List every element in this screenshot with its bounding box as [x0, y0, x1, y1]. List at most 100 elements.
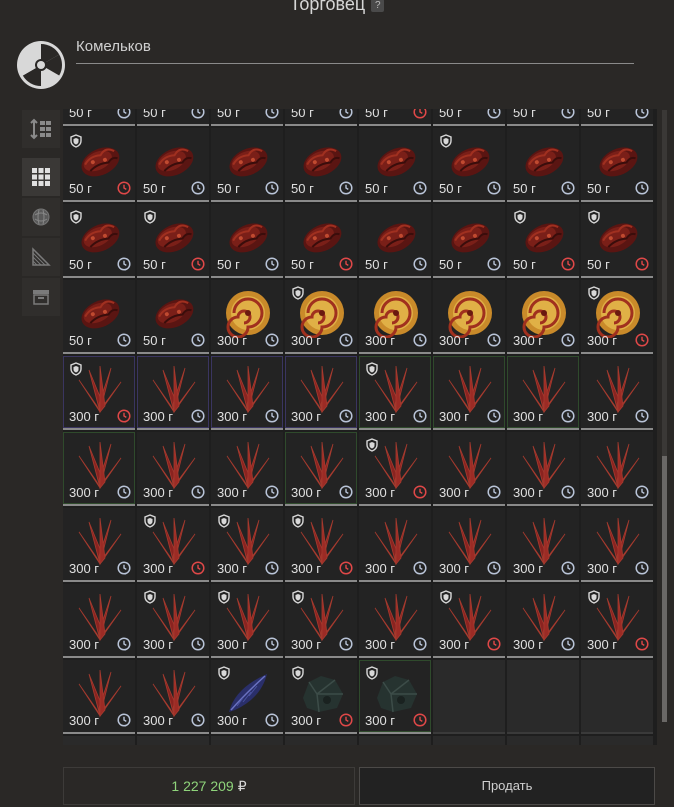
inventory-item[interactable]: 50 г: [211, 128, 283, 202]
inventory-item[interactable]: 300 г: [433, 432, 505, 506]
inventory-item[interactable]: 50 г: [63, 204, 135, 278]
inventory-item[interactable]: 300 г: [581, 508, 653, 582]
item-price: 50 г: [69, 109, 92, 120]
inventory-item[interactable]: 50 г: [433, 128, 505, 202]
inventory-item[interactable]: 300 г: [359, 280, 431, 354]
inventory-item[interactable]: 300 г: [581, 584, 653, 658]
inventory-item[interactable]: 300 г: [581, 356, 653, 430]
inventory-item[interactable]: 300 г: [63, 508, 135, 582]
inventory-item[interactable]: 300 г: [211, 280, 283, 354]
inventory-item[interactable]: 300 г: [507, 584, 579, 658]
inventory-item[interactable]: 50 г: [581, 204, 653, 278]
inventory-item[interactable]: 50 г: [63, 109, 135, 126]
inventory-item[interactable]: 300 г: [581, 432, 653, 506]
clock-expiring-icon: [117, 181, 131, 195]
inventory-item[interactable]: 300 г: [433, 356, 505, 430]
grid-view-button[interactable]: [22, 158, 60, 196]
inventory-item[interactable]: 300 г: [359, 356, 431, 430]
inventory-item[interactable]: 300 г: [359, 660, 431, 734]
inventory-item[interactable]: 300 г: [211, 584, 283, 658]
clock-icon: [191, 637, 205, 651]
inventory-item[interactable]: 300 г: [137, 508, 209, 582]
crystal-item-icon: [591, 364, 645, 414]
sell-button[interactable]: Продать: [359, 767, 655, 805]
inventory-item[interactable]: 50 г: [433, 109, 505, 126]
box-filter-button[interactable]: [22, 278, 60, 316]
inventory-item[interactable]: 300 г: [211, 356, 283, 430]
inventory-item[interactable]: 50 г: [137, 109, 209, 126]
inventory-item[interactable]: 300 г: [211, 432, 283, 506]
inventory-item[interactable]: 300 г: [285, 356, 357, 430]
clock-expiring-icon: [487, 637, 501, 651]
empty-slot: [507, 660, 579, 734]
inventory-item[interactable]: 50 г: [137, 204, 209, 278]
inventory-item[interactable]: 50 г: [137, 128, 209, 202]
inventory-item[interactable]: 50 г: [211, 109, 283, 126]
inventory-item[interactable]: 50 г: [285, 109, 357, 126]
inventory-item[interactable]: 300 г: [137, 356, 209, 430]
inventory-item[interactable]: 300 г: [63, 584, 135, 658]
inventory-item[interactable]: 50 г: [63, 128, 135, 202]
inventory-item[interactable]: 300 г: [433, 584, 505, 658]
inventory-item[interactable]: 300 г: [581, 280, 653, 354]
item-price: 300 г: [365, 485, 396, 500]
inventory-item[interactable]: 50 г: [581, 109, 653, 126]
inventory-item[interactable]: 50 г: [137, 280, 209, 354]
inventory-item[interactable]: 300 г: [507, 280, 579, 354]
inventory-item[interactable]: 300 г: [359, 584, 431, 658]
item-price: 50 г: [291, 257, 314, 272]
inventory-item[interactable]: 300 г: [285, 432, 357, 506]
inventory-item[interactable]: 300 г: [63, 432, 135, 506]
inventory-item[interactable]: 300 г: [137, 584, 209, 658]
title-text: Торговец: [289, 0, 366, 14]
inventory-item[interactable]: 300 г: [285, 584, 357, 658]
inventory-item[interactable]: 300 г: [211, 660, 283, 734]
item-price: 300 г: [217, 409, 248, 424]
inventory-item[interactable]: 300 г: [285, 508, 357, 582]
inventory-item[interactable]: 300 г: [285, 280, 357, 354]
scrollbar-thumb[interactable]: [662, 456, 667, 722]
inventory-item[interactable]: 50 г: [359, 109, 431, 126]
inventory-item[interactable]: 300 г: [211, 508, 283, 582]
inventory-item[interactable]: 300 г: [63, 356, 135, 430]
inventory-item[interactable]: 50 г: [285, 128, 357, 202]
inventory-item[interactable]: 50 г: [581, 128, 653, 202]
inventory-item[interactable]: 300 г: [359, 508, 431, 582]
inventory-item[interactable]: 50 г: [285, 204, 357, 278]
inventory-item[interactable]: 300 г: [285, 660, 357, 734]
orb-filter-button[interactable]: [22, 198, 60, 236]
inventory-item[interactable]: 50 г: [507, 128, 579, 202]
inventory-panel: 50 г 50 г 50 г 50 г 50 г 50 г 50 г 50 г 50 г 50 г…: [63, 109, 657, 745]
clock-icon: [117, 257, 131, 271]
pattern-filter-button[interactable]: [22, 238, 60, 276]
clock-icon: [487, 257, 501, 271]
radiation-icon: [17, 41, 65, 89]
inventory-item[interactable]: 50 г: [359, 204, 431, 278]
inventory-item[interactable]: 300 г: [433, 508, 505, 582]
inventory-item[interactable]: 300 г: [137, 660, 209, 734]
inventory-scrollbar[interactable]: [662, 110, 667, 722]
inventory-item[interactable]: 300 г: [359, 432, 431, 506]
inventory-item[interactable]: 50 г: [507, 109, 579, 126]
help-icon[interactable]: ?: [371, 0, 385, 12]
clock-icon: [487, 333, 501, 347]
inventory-item[interactable]: 300 г: [63, 660, 135, 734]
sort-button[interactable]: [22, 110, 60, 148]
inventory-item[interactable]: 50 г: [211, 204, 283, 278]
inventory-item[interactable]: 50 г: [433, 204, 505, 278]
item-price: 50 г: [69, 181, 92, 196]
clock-icon: [561, 637, 575, 651]
inventory-item[interactable]: 50 г: [63, 280, 135, 354]
clock-icon: [635, 109, 649, 119]
inventory-item[interactable]: 50 г: [507, 204, 579, 278]
inventory-item[interactable]: 300 г: [137, 432, 209, 506]
inventory-item[interactable]: 300 г: [433, 280, 505, 354]
inventory-item[interactable]: 300 г: [507, 508, 579, 582]
crystal-item-icon: [591, 440, 645, 490]
item-price: 300 г: [217, 713, 248, 728]
inventory-item[interactable]: 300 г: [507, 432, 579, 506]
item-price: 50 г: [217, 181, 240, 196]
clock-icon: [487, 561, 501, 575]
inventory-item[interactable]: 50 г: [359, 128, 431, 202]
inventory-item[interactable]: 300 г: [507, 356, 579, 430]
